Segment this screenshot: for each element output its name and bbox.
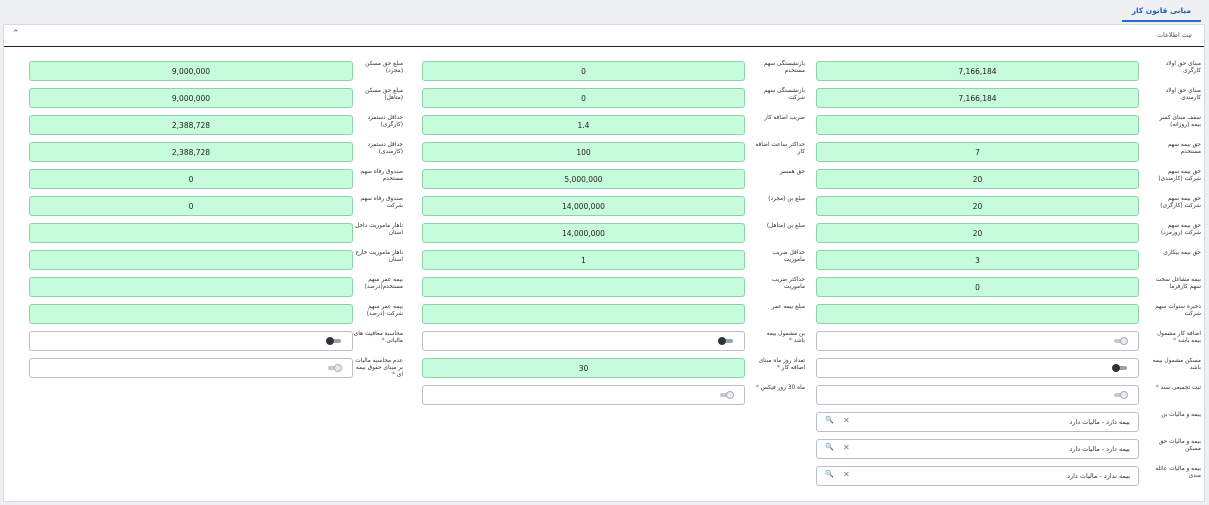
form-row: مبلغ حق مسکن (مجرد) 9,000,000 xyxy=(4,61,1204,81)
form-row: ناهار ماموریت خارج استان xyxy=(4,250,1204,270)
field-label-text: ماه 30 روز فیکس xyxy=(760,385,805,391)
number-input[interactable] xyxy=(29,223,353,243)
form-row: حداقل دستمزد (کارگری) 2,388,728 xyxy=(4,115,1204,135)
lookup-value: بیمه دارد - مالیات دارد xyxy=(1069,445,1130,453)
toggle-switch[interactable] xyxy=(326,337,342,345)
switch-field[interactable] xyxy=(422,385,745,405)
number-input[interactable]: 2,388,728 xyxy=(29,142,353,162)
field-label: صندوق رفاه سهم مستخدم xyxy=(353,169,403,183)
lookup-value: بیمه ندارد - مالیات دارد xyxy=(1067,472,1130,480)
form-row: عدم محاسبه مالیات بر مبنای حقوق بیمه ای … xyxy=(4,358,1204,378)
field-label-text: ناهار ماموریت داخل استان xyxy=(355,223,403,236)
form-row: صندوق رفاه سهم مستخدم 0 xyxy=(4,169,1204,189)
number-input[interactable]: 2,388,728 xyxy=(29,115,353,135)
form-row: مبلغ حق مسکن (متاهل) 9,000,000 xyxy=(4,88,1204,108)
lookup-field[interactable]: 🔍 ✕ بیمه دارد - مالیات دارد xyxy=(816,439,1139,459)
chevron-up-icon[interactable]: ⌃ xyxy=(12,29,20,39)
field-label-text: ناهار ماموریت خارج استان xyxy=(355,250,403,263)
clear-icon[interactable]: ✕ xyxy=(843,470,850,479)
form-row: بیمه و مالیات عائله مندی 🔍 ✕ بیمه ندارد - م… xyxy=(4,466,1204,486)
field-label: حداقل دستمزد (کارمندی) xyxy=(353,142,403,156)
number-input[interactable]: 9,000,000 xyxy=(29,88,353,108)
field-label: بیمه عمر سهم شرکت (درصد) xyxy=(353,304,403,318)
panel-title: ثبت اطلاعات xyxy=(1156,31,1192,39)
number-input[interactable] xyxy=(29,304,353,324)
field-label-text: مبلغ حق مسکن (متاهل) xyxy=(365,88,403,101)
field-label: محاسبه معافیت های مالیاتی * xyxy=(353,331,403,345)
field-label-text: صندوق رفاه سهم شرکت xyxy=(360,196,403,209)
toggle-knob xyxy=(334,364,342,372)
toggle-knob xyxy=(326,337,334,345)
form-row: بیمه و مالیات حق مسکن 🔍 ✕ بیمه دارد - مالیا… xyxy=(4,439,1204,459)
field-label-text: بیمه عمر سهم مستخدم(درصد) xyxy=(364,277,403,290)
switch-field[interactable] xyxy=(29,331,353,351)
search-icon[interactable]: 🔍 xyxy=(825,470,834,478)
lookup-field[interactable]: 🔍 ✕ بیمه ندارد - مالیات دارد xyxy=(816,466,1139,486)
form-row: ماه 30 روز فیکس * xyxy=(4,385,1204,405)
field-label: صندوق رفاه سهم شرکت xyxy=(353,196,403,210)
tab-labor-law-basics[interactable]: مبانی قانون کار xyxy=(1121,0,1201,22)
number-input[interactable] xyxy=(29,277,353,297)
form-row: حداقل دستمزد (کارمندی) 2,388,728 xyxy=(4,142,1204,162)
clear-icon[interactable]: ✕ xyxy=(843,443,850,452)
field-label: بیمه عمر سهم مستخدم(درصد) xyxy=(353,277,403,291)
field-label-text: بیمه عمر سهم شرکت (درصد) xyxy=(366,304,403,317)
panel-header[interactable]: ⌃ ثبت اطلاعات xyxy=(4,25,1204,47)
field-label: مبلغ حق مسکن (متاهل) xyxy=(353,88,403,102)
field-label-text: حداقل دستمزد (کارمندی) xyxy=(367,142,403,155)
lookup-value: بیمه دارد - مالیات دارد xyxy=(1069,418,1130,426)
toggle-knob xyxy=(726,391,734,399)
form-row: محاسبه معافیت های مالیاتی * xyxy=(4,331,1204,351)
number-input[interactable]: 0 xyxy=(29,169,353,189)
form-row: بیمه و مالیات بن 🔍 ✕ بیمه دارد - مالیات دار… xyxy=(4,412,1204,432)
number-input[interactable]: 9,000,000 xyxy=(29,61,353,81)
number-input[interactable] xyxy=(29,250,353,270)
tab-bar: مبانی قانون کار xyxy=(0,0,1209,22)
field-label: عدم محاسبه مالیات بر مبنای حقوق بیمه ای … xyxy=(353,358,403,379)
form-row: ناهار ماموریت داخل استان xyxy=(4,223,1204,243)
field-label-text: محاسبه معافیت های مالیاتی xyxy=(353,331,403,344)
field-label: بیمه و مالیات حق مسکن xyxy=(1158,439,1201,452)
field-label: بیمه و مالیات عائله مندی xyxy=(1155,466,1201,479)
field-label-text: حداقل دستمزد (کارگری) xyxy=(367,115,403,128)
form-panel: ⌃ ثبت اطلاعات مبنای حق اولاد کارگری 7,166… xyxy=(3,24,1205,502)
field-label: ناهار ماموریت خارج استان xyxy=(353,250,403,264)
clear-icon[interactable]: ✕ xyxy=(843,416,850,425)
field-label: حداقل دستمزد (کارگری) xyxy=(353,115,403,129)
number-input[interactable]: 0 xyxy=(29,196,353,216)
search-icon[interactable]: 🔍 xyxy=(825,416,834,424)
field-label: ناهار ماموریت داخل استان xyxy=(353,223,403,237)
field-label-text: صندوق رفاه سهم مستخدم xyxy=(360,169,403,182)
toggle-switch[interactable] xyxy=(326,364,342,372)
field-label-text: مبلغ حق مسکن (مجرد) xyxy=(365,61,403,74)
form-row: صندوق رفاه سهم شرکت 0 xyxy=(4,196,1204,216)
form-row: بیمه عمر سهم مستخدم(درصد) xyxy=(4,277,1204,297)
field-label: بیمه و مالیات بن xyxy=(1161,412,1201,418)
form-row: بیمه عمر سهم شرکت (درصد) xyxy=(4,304,1204,324)
lookup-field[interactable]: 🔍 ✕ بیمه دارد - مالیات دارد xyxy=(816,412,1139,432)
field-label: ماه 30 روز فیکس * xyxy=(755,385,805,392)
switch-field[interactable] xyxy=(29,358,353,378)
field-label: مبلغ حق مسکن (مجرد) xyxy=(353,61,403,75)
search-icon[interactable]: 🔍 xyxy=(825,443,834,451)
toggle-switch[interactable] xyxy=(718,391,734,399)
